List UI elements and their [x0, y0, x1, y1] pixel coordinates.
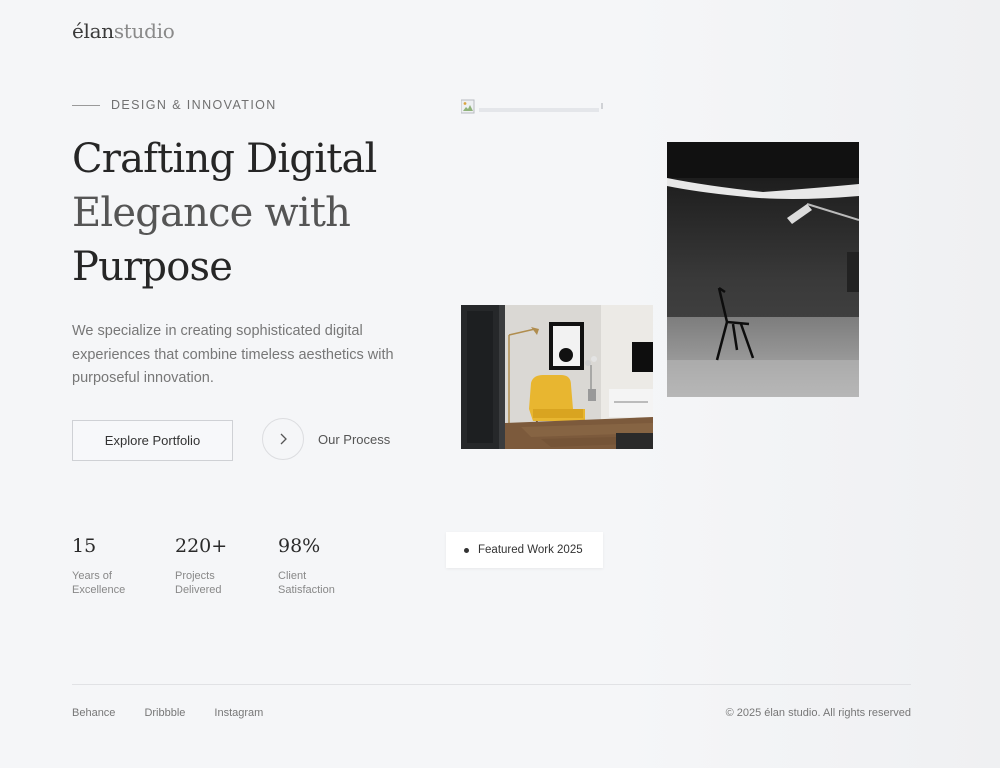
stat-years: 15 Years of Excellence [72, 535, 175, 597]
explore-portfolio-button[interactable]: Explore Portfolio [72, 420, 233, 461]
hero-headline: Crafting Digital Elegance with Purpose [72, 132, 377, 294]
stat-value: 15 [72, 535, 97, 557]
headline-line-3: Purpose [72, 244, 233, 290]
featured-work-badge: Featured Work 2025 [446, 532, 603, 568]
headline-line-2: Elegance with [72, 190, 351, 236]
broken-image-icon [461, 99, 603, 114]
chevron-right-icon [280, 433, 287, 445]
interior-photo [461, 305, 653, 449]
stat-satisfaction: 98% Client Satisfaction [278, 535, 381, 597]
stat-value: 220+ [175, 535, 228, 557]
footer-divider [72, 684, 911, 685]
brand-logo[interactable]: élanstudio [72, 19, 175, 43]
logo-bold: élan [72, 19, 114, 43]
badge-dot [464, 547, 469, 553]
social-links: Behance Dribbble Instagram [72, 707, 263, 719]
headline-line-1: Crafting Digital [72, 136, 377, 182]
hero-lead: We specialize in creating sophisticated … [72, 323, 394, 386]
stats-row: 15 Years of Excellence 220+ Projects Del… [72, 535, 381, 597]
dribbble-link[interactable]: Dribbble [144, 707, 185, 719]
hero-eyebrow: DESIGN & INNOVATION [72, 98, 277, 112]
eyebrow-text: DESIGN & INNOVATION [111, 98, 277, 112]
interior-photo-art [461, 305, 653, 449]
badge-text: Featured Work 2025 [478, 544, 583, 556]
logo-light: studio [113, 19, 175, 43]
behance-link[interactable]: Behance [72, 707, 115, 719]
studio-photo [667, 142, 859, 397]
our-process-label: Our Process [318, 431, 391, 447]
stat-projects: 220+ Projects Delivered [175, 535, 278, 597]
stat-label: Client Satisfaction [278, 570, 335, 596]
our-process-link[interactable]: Our Process [262, 418, 390, 460]
copyright-text: © 2025 élan studio. All rights reserved [725, 707, 911, 719]
studio-photo-art [667, 142, 859, 397]
instagram-link[interactable]: Instagram [214, 707, 263, 719]
stat-label: Years of Excellence [72, 570, 126, 596]
eyebrow-line [72, 104, 100, 106]
stat-value: 98% [278, 535, 321, 557]
process-circle-button[interactable] [262, 418, 304, 460]
stat-label: Projects Delivered [175, 570, 222, 596]
